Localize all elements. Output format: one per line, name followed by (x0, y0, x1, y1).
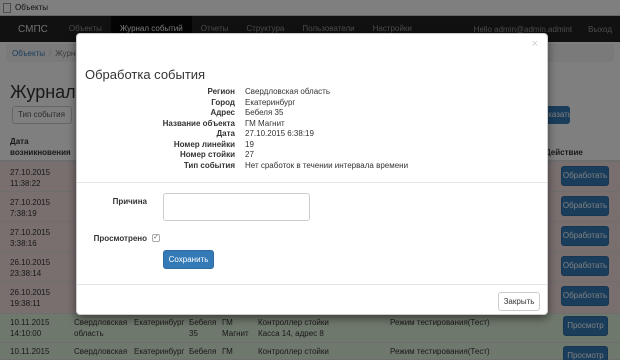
detail-value: ГМ Магнит (245, 118, 285, 128)
close-button[interactable]: Закрыть (498, 292, 540, 311)
divider (77, 284, 547, 285)
detail-value: 27 (245, 150, 254, 159)
detail-value: Екатеринбург (245, 97, 296, 107)
detail-value: 27.10.2015 6:38:19 (245, 129, 314, 138)
detail-address: Адрес Бебеля 35 (85, 108, 515, 119)
detail-key: Название объекта (162, 118, 235, 128)
detail-key: Регион (207, 87, 235, 96)
detail-key: Номер линейки (173, 139, 235, 149)
detail-value: Свердловская область (245, 87, 330, 96)
detail-key: Адрес (210, 108, 235, 117)
reason-textarea[interactable] (163, 193, 310, 221)
viewed-checkbox[interactable]: ✓ (152, 234, 160, 242)
detail-object-name: Название объекта ГМ Магнит (85, 119, 515, 130)
divider (77, 182, 547, 183)
reason-label: Причина (112, 197, 147, 206)
detail-date: Дата 27.10.2015 6:38:19 (85, 129, 515, 140)
detail-value: Нет сработок в течении интервала времени (245, 160, 409, 170)
detail-value: 19 (245, 139, 254, 149)
detail-city: Город Екатеринбург (85, 98, 515, 109)
save-button[interactable]: Сохранить (163, 250, 214, 269)
detail-region: Регион Свердловская область (85, 87, 515, 98)
process-event-modal: × Обработка события Регион Свердловская … (76, 33, 548, 315)
detail-rack-number: Номер стойки 27 (85, 150, 515, 161)
event-details: Регион Свердловская область Город Екатер… (85, 87, 515, 171)
detail-key: Номер стойки (179, 150, 235, 159)
detail-line-number: Номер линейки 19 (85, 140, 515, 151)
detail-event-type: Тип события Нет сработок в течении интер… (85, 161, 515, 172)
viewed-label: Просмотрено (93, 234, 147, 243)
detail-value: Бебеля 35 (245, 108, 284, 117)
detail-key: Город (211, 97, 235, 107)
detail-key: Тип события (183, 160, 235, 170)
modal-title: Обработка события (85, 67, 206, 82)
close-icon[interactable]: × (532, 38, 538, 50)
detail-key: Дата (216, 129, 235, 138)
